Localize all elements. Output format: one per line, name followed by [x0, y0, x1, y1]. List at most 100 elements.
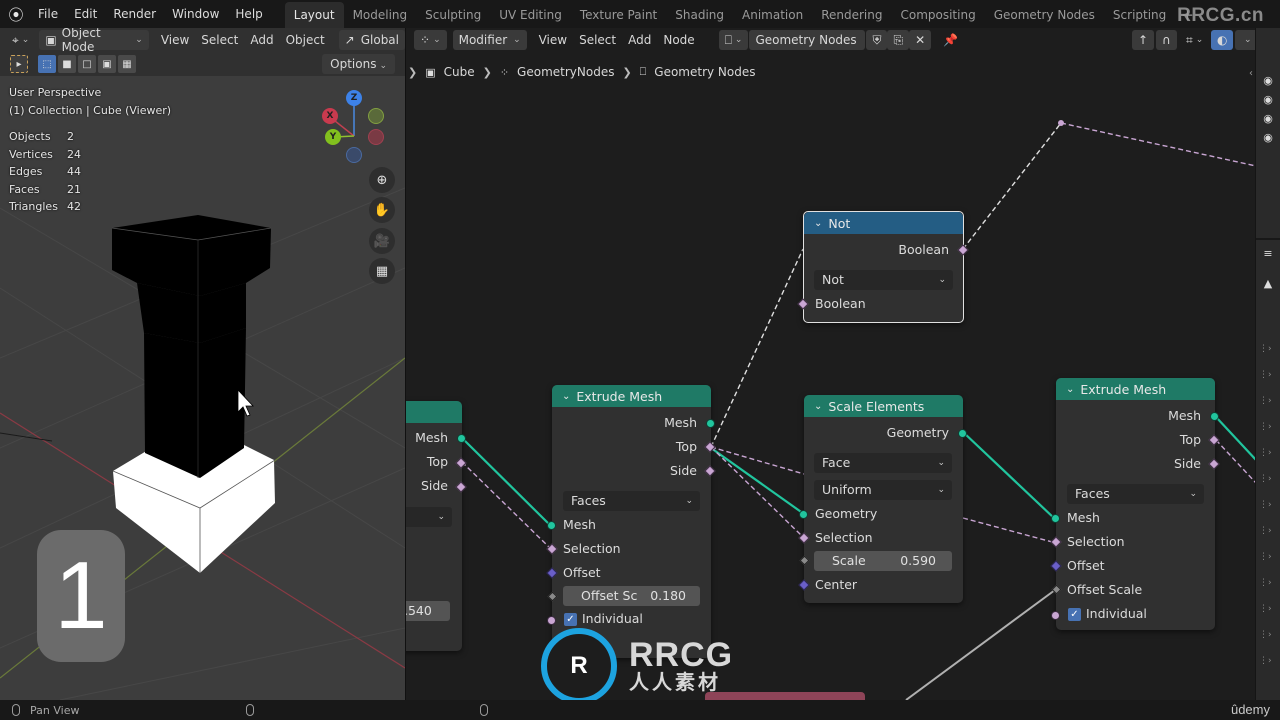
node-menu-view[interactable]: View — [533, 30, 573, 50]
tab-sculpting[interactable]: Sculpting — [416, 2, 490, 28]
node-scale-elements[interactable]: ⌄ Scale Elements Geometry Face ⌄ Uniform ⌄ … — [798, 395, 967, 603]
gizmo-x-axis[interactable]: X — [322, 108, 338, 124]
panel-handle[interactable]: ⋮› — [1259, 370, 1280, 388]
properties-toggle-icon[interactable]: ≡ — [1261, 248, 1275, 260]
collapse-chevron-icon[interactable]: ⌄ — [1066, 384, 1074, 395]
tab-layout[interactable]: Layout — [284, 2, 344, 28]
panel-handle[interactable]: ⋮› — [1259, 578, 1280, 596]
select-extend-icon[interactable]: ■ — [58, 55, 76, 73]
snap-grid-icon[interactable]: ⌗ ⌄ — [1180, 30, 1209, 50]
perspective-grid-icon[interactable]: ▦ — [369, 258, 395, 284]
camera-icon[interactable]: ◉ — [1261, 113, 1275, 125]
domain-dropdown[interactable]: Face ⌄ — [814, 453, 952, 473]
camera-icon[interactable]: ◉ — [1261, 75, 1275, 87]
camera-icon[interactable]: ◉ — [1261, 132, 1275, 144]
pin-icon[interactable]: 📌 — [937, 30, 964, 50]
tab-scripting[interactable]: Scripting — [1104, 2, 1175, 28]
tab-uv-editing[interactable]: UV Editing — [490, 2, 571, 28]
camera-view-icon[interactable]: 🎥 — [369, 228, 395, 254]
offset-scale-field[interactable]: Offset Sc 0.180 — [563, 586, 700, 606]
parent-node-tree-icon[interactable]: ↑ — [1132, 30, 1155, 50]
overlay-toggle-icon[interactable]: ◐ — [1211, 30, 1234, 50]
panel-handle[interactable]: ⋮› — [1259, 552, 1280, 570]
reroute-node[interactable] — [1058, 120, 1064, 126]
panel-handle[interactable]: ⋮› — [1259, 630, 1280, 648]
individual-checkbox[interactable]: ✓ — [1068, 608, 1081, 621]
socket-mesh-out[interactable] — [457, 434, 466, 443]
scale-mode-dropdown[interactable]: Uniform ⌄ — [814, 480, 952, 500]
editor-type-button[interactable]: ⌖ ⌄ — [6, 30, 35, 50]
node-group-name-field[interactable]: Geometry Nodes — [749, 30, 866, 50]
select-intersect-icon[interactable]: ▦ — [118, 55, 136, 73]
overlay-dropdown-chevron[interactable]: ⌄ — [1235, 30, 1255, 50]
socket-individual-in[interactable] — [1051, 611, 1060, 620]
tab-modeling[interactable]: Modeling — [344, 2, 417, 28]
node-extrude-partial[interactable]: Mesh Top Side ⌄ .540 — [406, 401, 467, 651]
menu-render[interactable]: Render — [105, 0, 164, 28]
offset-scale-field-partial[interactable]: .540 — [406, 601, 450, 621]
socket-geometry-out[interactable] — [958, 429, 967, 438]
node-header[interactable]: ⌄ Extrude Mesh — [552, 385, 711, 407]
node-menu-add[interactable]: Add — [622, 30, 657, 50]
node-menu-node[interactable]: Node — [657, 30, 700, 50]
breadcrumb-object[interactable]: Cube — [444, 65, 475, 79]
panel-handle[interactable]: ⋮› — [1259, 344, 1280, 362]
breadcrumb-node-group[interactable]: Geometry Nodes — [654, 65, 755, 79]
gizmo-neg-z-axis[interactable] — [346, 147, 362, 163]
viewport-menu-add[interactable]: Add — [244, 30, 279, 50]
panel-handle[interactable]: ⋮› — [1259, 604, 1280, 622]
modifier-properties-icon[interactable]: ▲ — [1261, 278, 1275, 290]
geometry-node-editor[interactable]: ⁘ ⌄ Modifier ⌄ View Select Add Node ⎕ ⌄ Geo… — [405, 28, 1255, 700]
panel-handle[interactable]: ⋮› — [1259, 474, 1280, 492]
node-header[interactable]: ⌄ Extrude Mesh — [1056, 378, 1215, 400]
panel-handle[interactable]: ⋮› — [1259, 526, 1280, 544]
node-menu-select[interactable]: Select — [573, 30, 622, 50]
collapse-chevron-icon[interactable]: ⌄ — [814, 401, 822, 412]
scale-field[interactable]: Scale 0.590 — [814, 551, 952, 571]
pan-hand-icon[interactable]: ✋ — [369, 197, 395, 223]
gizmo-neg-x-axis[interactable] — [368, 129, 384, 145]
context-dropdown[interactable]: Modifier ⌄ — [452, 30, 527, 50]
panel-handle[interactable]: ⋮› — [1259, 656, 1280, 674]
tab-shading[interactable]: Shading — [666, 2, 733, 28]
mode-dropdown-partial[interactable]: ⌄ — [406, 507, 452, 527]
node-extrude-mesh-1[interactable]: ⌄ Extrude Mesh Mesh Top Side Faces ⌄ Mesh … — [546, 385, 716, 658]
node-not[interactable]: ⌄ Not Boolean Not ⌄ Boolean — [797, 211, 969, 323]
gizmo-neg-y-axis[interactable] — [368, 108, 384, 124]
extrude-mode-dropdown[interactable]: Faces ⌄ — [1067, 484, 1204, 504]
viewport-menu-object[interactable]: Object — [280, 30, 331, 50]
sidebar-toggle-chevron-icon[interactable]: ‹ — [1249, 68, 1253, 79]
tab-texture-paint[interactable]: Texture Paint — [571, 2, 666, 28]
socket-mesh-in[interactable] — [547, 521, 556, 530]
select-invert-icon[interactable]: ▣ — [98, 55, 116, 73]
transform-orientation-dropdown[interactable]: ↗ Global — [338, 30, 405, 50]
socket-geometry-in[interactable] — [799, 510, 808, 519]
tab-rendering[interactable]: Rendering — [812, 2, 891, 28]
tab-compositing[interactable]: Compositing — [891, 2, 984, 28]
node-group-type-button[interactable]: ⎕ ⌄ — [718, 30, 749, 50]
editor-type-button[interactable]: ⁘ ⌄ — [414, 30, 447, 50]
gizmo-z-axis[interactable]: Z — [346, 90, 362, 106]
blender-logo-icon[interactable]: ⦿ — [2, 0, 30, 28]
options-dropdown[interactable]: Options ⌄ — [322, 54, 395, 74]
panel-handle[interactable]: ⋮› — [1259, 422, 1280, 440]
menu-edit[interactable]: Edit — [66, 0, 105, 28]
socket-mesh-out[interactable] — [706, 419, 715, 428]
select-tool-icon[interactable]: ▸ — [10, 55, 28, 73]
tab-geometry-nodes[interactable]: Geometry Nodes — [985, 2, 1104, 28]
select-subtract-icon[interactable]: □ — [78, 55, 96, 73]
unlink-close-icon[interactable]: ✕ — [909, 30, 932, 50]
socket-mesh-out[interactable] — [1210, 412, 1219, 421]
gizmo-y-axis[interactable]: Y — [325, 129, 341, 145]
viewport-menu-select[interactable]: Select — [195, 30, 244, 50]
viewport-menu-view[interactable]: View — [155, 30, 195, 50]
3d-viewport[interactable]: ⌖ ⌄ ▣ Object Mode ⌄ View Select Add Object … — [0, 28, 405, 700]
extrude-mode-dropdown[interactable]: Faces ⌄ — [563, 491, 700, 511]
panel-handle[interactable]: ⋮› — [1259, 500, 1280, 518]
breadcrumb-modifier[interactable]: GeometryNodes — [517, 65, 614, 79]
menu-window[interactable]: Window — [164, 0, 227, 28]
duplicate-icon[interactable]: ⎘ — [887, 30, 910, 50]
socket-individual-in[interactable] — [547, 616, 556, 625]
tab-animation[interactable]: Animation — [733, 2, 812, 28]
panel-handle[interactable]: ⋮› — [1259, 448, 1280, 466]
